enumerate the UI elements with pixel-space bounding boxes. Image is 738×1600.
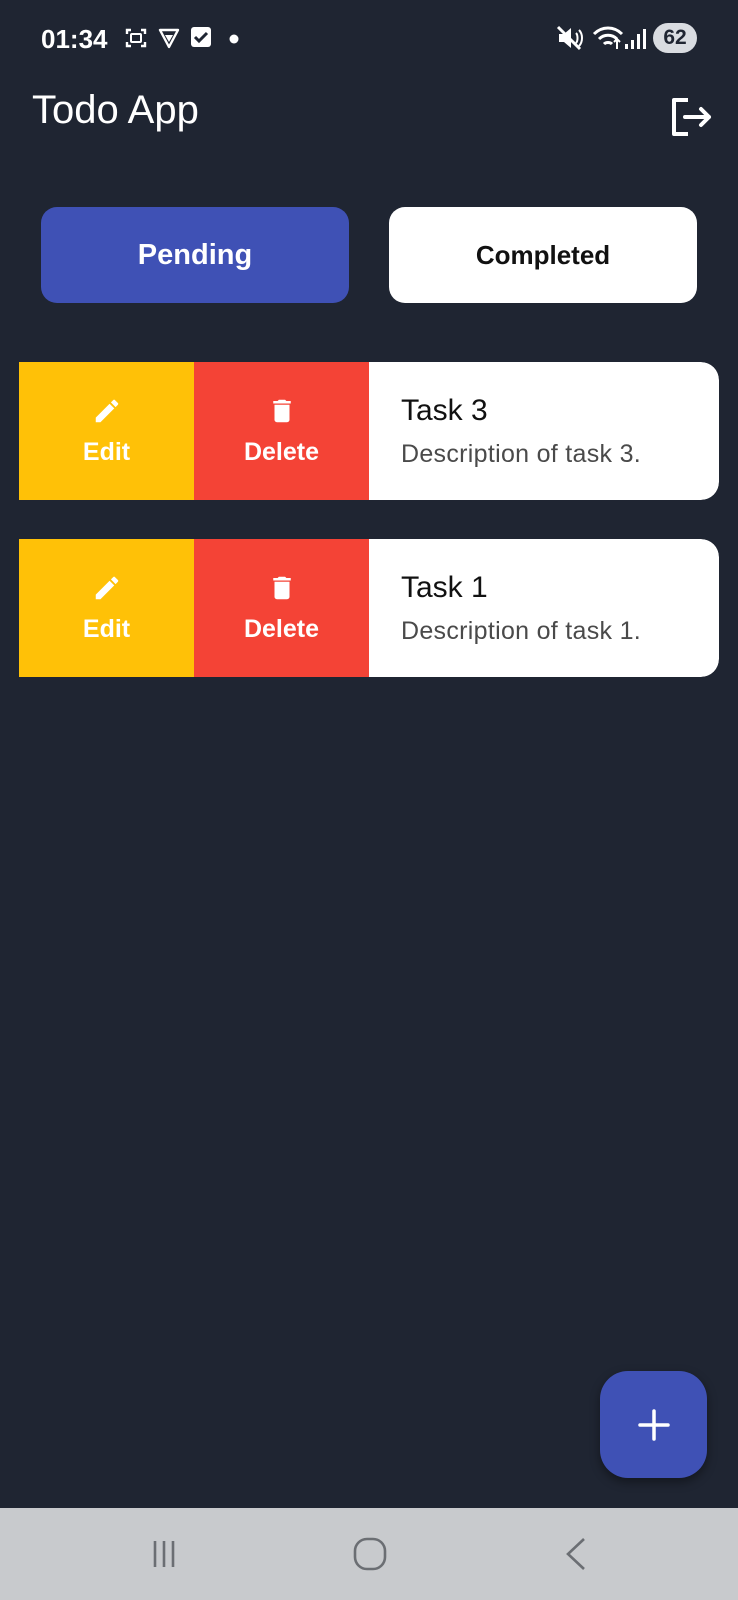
delete-button[interactable]: Delete — [194, 539, 369, 677]
system-navigation-bar — [0, 1508, 738, 1600]
back-button[interactable] — [516, 1508, 636, 1600]
vpn-shield-icon — [158, 28, 180, 49]
delete-button[interactable]: Delete — [194, 362, 369, 500]
edit-label: Edit — [82, 614, 131, 643]
mute-icon — [556, 25, 583, 51]
screenshot-icon — [125, 28, 147, 48]
signal-icon — [625, 29, 646, 49]
trash-icon — [272, 576, 291, 599]
task-item[interactable]: Task 1 Description of task 1. — [369, 539, 719, 677]
wifi-icon — [592, 26, 624, 49]
task-card: Edit Delete Task 3 Description of task 3… — [19, 362, 719, 500]
recent-apps-button[interactable] — [104, 1508, 224, 1600]
battery-indicator: 62 — [653, 23, 697, 53]
task-description: Description of task 3. — [401, 439, 642, 468]
plus-icon — [637, 1408, 670, 1441]
tab-completed[interactable]: Completed — [389, 207, 697, 303]
recent-apps-icon — [153, 1541, 175, 1567]
logout-icon — [672, 98, 711, 136]
delete-label: Delete — [243, 437, 320, 466]
pencil-icon — [95, 399, 118, 422]
checkbox-notification-icon — [191, 27, 211, 47]
status-bar: 01:34 62 — [0, 0, 738, 78]
task-card: Edit Delete Task 1 Description of task 1… — [19, 539, 719, 677]
task-title: Task 3 — [401, 393, 488, 427]
app-title: Todo App — [32, 88, 199, 132]
add-task-button[interactable] — [600, 1371, 707, 1478]
back-icon — [566, 1538, 585, 1570]
tab-pending[interactable]: Pending — [41, 207, 349, 303]
dot-icon — [229, 34, 239, 44]
logout-button[interactable] — [668, 93, 716, 141]
trash-icon — [272, 399, 291, 422]
delete-label: Delete — [243, 614, 320, 643]
status-time: 01:34 — [41, 24, 108, 54]
pencil-icon — [95, 576, 118, 599]
home-button[interactable] — [310, 1508, 430, 1600]
edit-button[interactable]: Edit — [19, 362, 194, 500]
edit-label: Edit — [82, 437, 131, 466]
home-icon — [353, 1537, 387, 1571]
task-item[interactable]: Task 3 Description of task 3. — [369, 362, 719, 500]
task-title: Task 1 — [401, 570, 488, 604]
task-description: Description of task 1. — [401, 616, 642, 645]
edit-button[interactable]: Edit — [19, 539, 194, 677]
